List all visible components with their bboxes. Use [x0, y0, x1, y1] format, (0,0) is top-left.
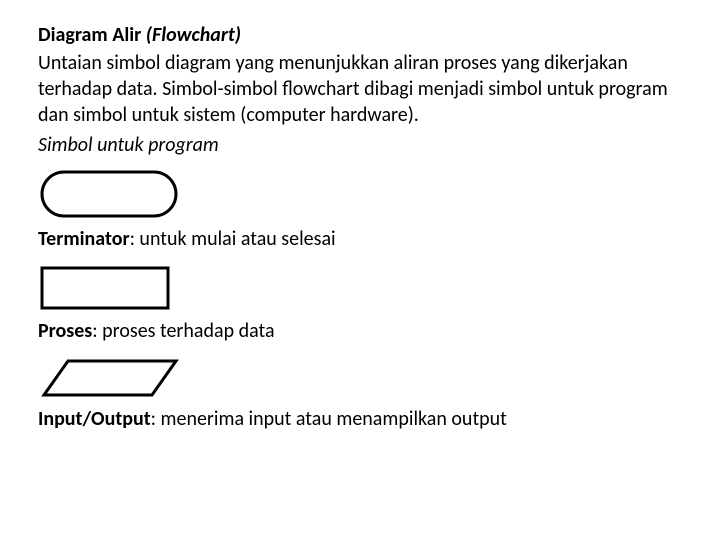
io-icon: [40, 358, 682, 398]
terminator-name: Terminator: [38, 227, 130, 251]
page-title: Diagram Alir (Flowchart): [38, 22, 682, 48]
terminator-icon: [40, 170, 682, 218]
io-name: Input/Output: [38, 407, 151, 431]
process-icon: [40, 266, 682, 310]
symbol-io: Input/Output: menerima input atau menamp…: [38, 358, 682, 432]
process-name: Proses: [38, 319, 92, 343]
symbol-terminator: Terminator: untuk mulai atau selesai: [38, 170, 682, 252]
terminator-label: Terminator: untuk mulai atau selesai: [38, 226, 682, 252]
description-text: Untaian simbol diagram yang menunjukkan …: [38, 50, 682, 128]
process-label: Proses: proses terhadap data: [38, 318, 682, 344]
section-subhead: Simbol untuk program: [38, 132, 682, 158]
title-plain: Diagram Alir: [38, 23, 146, 47]
io-desc: : menerima input atau menampilkan output: [151, 407, 507, 431]
process-desc: : proses terhadap data: [92, 319, 274, 343]
terminator-desc: : untuk mulai atau selesai: [130, 227, 336, 251]
symbol-process: Proses: proses terhadap data: [38, 266, 682, 344]
title-italic: (Flowchart): [146, 23, 241, 47]
io-label: Input/Output: menerima input atau menamp…: [38, 406, 682, 432]
